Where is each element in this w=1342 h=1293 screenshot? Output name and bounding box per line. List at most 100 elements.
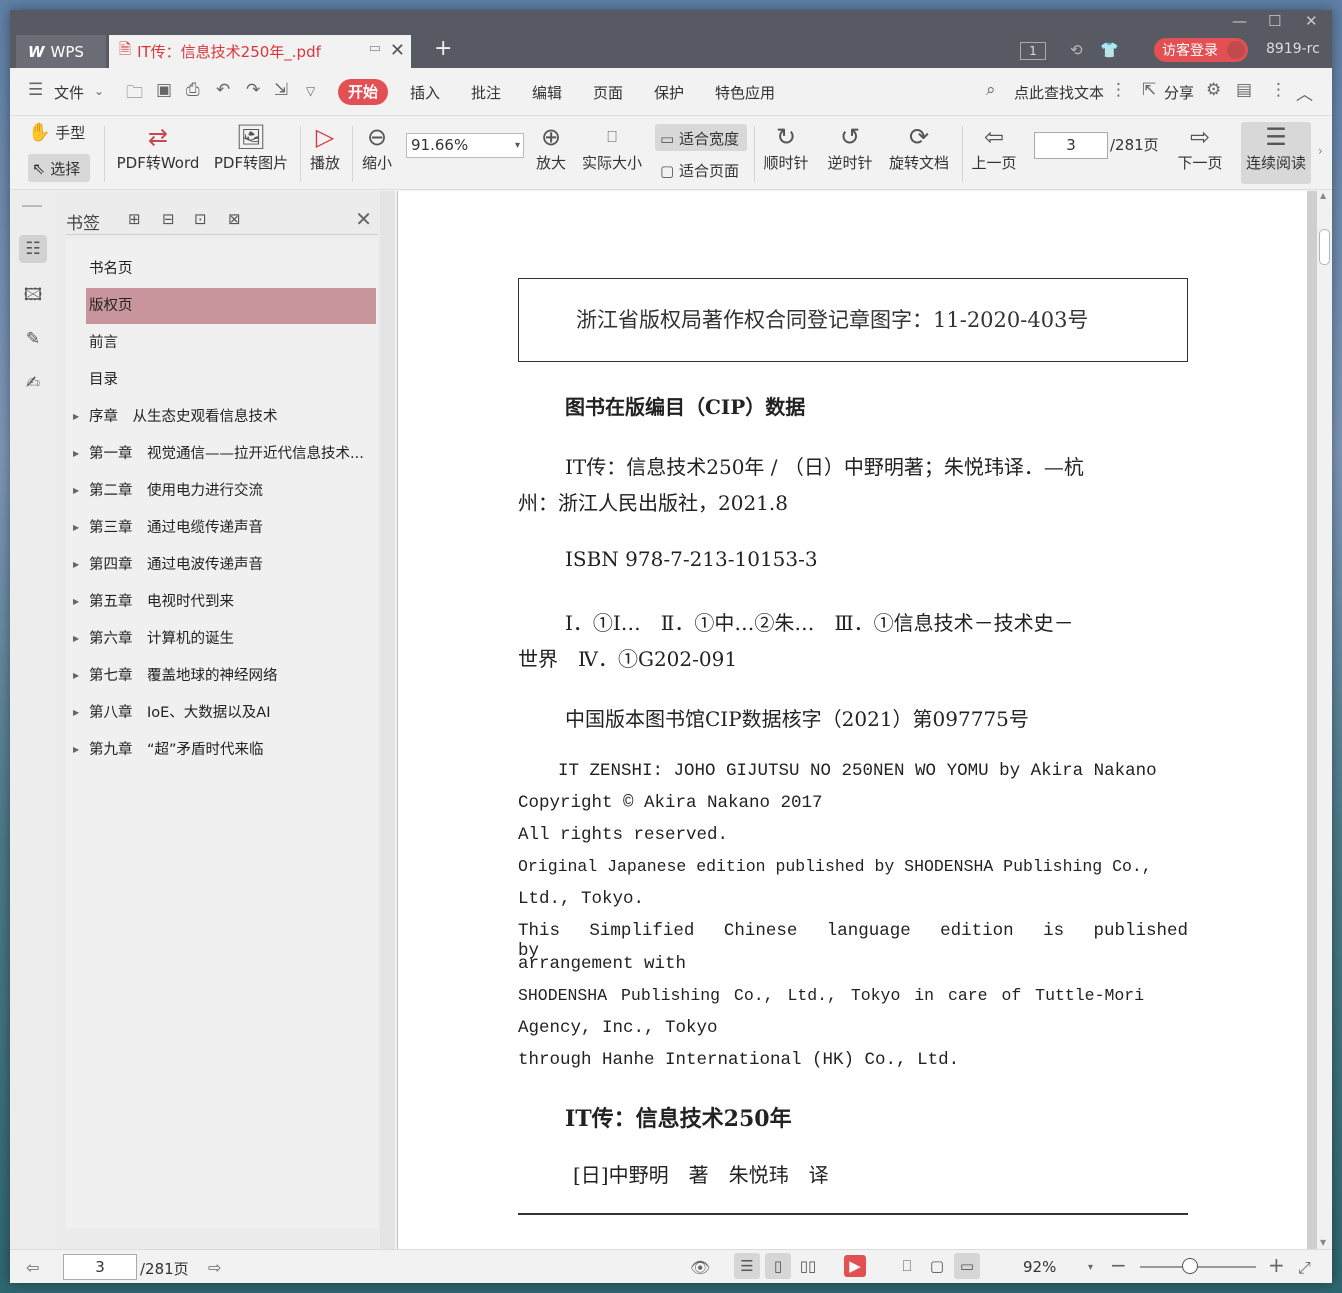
status-page-input[interactable]: 3 — [63, 1254, 137, 1280]
play-button[interactable]: ▷ 播放 — [306, 122, 344, 173]
pdf-to-image-button[interactable]: 🖼 PDF转图片 — [212, 122, 290, 173]
expand-all-icon[interactable]: ⊞ — [128, 210, 141, 228]
scroll-down-icon[interactable]: ▼ — [1320, 1238, 1326, 1247]
skin-icon[interactable]: 👕 — [1100, 41, 1119, 59]
signature-panel-icon[interactable]: ✍ — [19, 369, 47, 397]
collapse-all-icon[interactable]: ⊟ — [162, 210, 175, 228]
fullscreen-icon[interactable]: ⤢ — [1298, 1258, 1311, 1278]
bookmark-item[interactable]: 第七章 覆盖地球的神经网络 — [86, 658, 376, 694]
search-icon[interactable]: ⌕ — [986, 80, 996, 100]
expand-arrow-icon[interactable]: ▶ — [73, 486, 79, 495]
save-icon[interactable]: ▣ — [156, 80, 172, 100]
fit-page-icon[interactable]: ▢ — [924, 1253, 950, 1279]
zoom-slider-handle[interactable] — [1182, 1258, 1198, 1274]
hamburger-menu-icon[interactable]: ☰ — [28, 80, 43, 100]
expand-arrow-icon[interactable]: ▶ — [73, 597, 79, 606]
scroll-up-icon[interactable]: ▲ — [1320, 191, 1326, 200]
tab-protect[interactable]: 保护 — [654, 82, 684, 103]
status-zoom-value[interactable]: 92% — [1023, 1258, 1056, 1276]
window-count-badge[interactable]: 1 — [1020, 42, 1046, 60]
minimize-icon[interactable]: — — [1232, 12, 1247, 30]
add-bookmark-icon[interactable]: ⊡ — [194, 210, 207, 228]
tab-edit[interactable]: 编辑 — [532, 82, 562, 103]
fit-width-icon[interactable]: ▭ — [954, 1253, 980, 1279]
sync-icon[interactable]: ⟲ — [1070, 41, 1083, 59]
zoom-out-button[interactable]: ⊖ 缩小 — [358, 122, 396, 173]
actual-size-button[interactable]: ⎕ 实际大小 — [580, 122, 644, 173]
share-button[interactable]: 分享 — [1164, 82, 1194, 103]
zoom-select[interactable]: 91.66% ▾ — [406, 133, 524, 158]
bookmark-options-icon[interactable]: ⊠ — [228, 210, 241, 228]
new-tab-icon[interactable]: + — [434, 36, 452, 61]
bookmark-item[interactable]: 前言 — [86, 325, 376, 361]
next-page-icon[interactable]: ⇨ — [208, 1258, 221, 1277]
settings-icon[interactable]: ⚙ — [1206, 80, 1221, 100]
bookmark-item[interactable]: 第八章 IoE、大数据以及AI — [86, 695, 376, 731]
search-text[interactable]: 点此查找文本 — [1014, 82, 1104, 103]
continuous-reading-button[interactable]: ☰ 连续阅读 — [1243, 122, 1309, 173]
scrollbar-thumb[interactable] — [1319, 229, 1330, 265]
sidebar-scrollbar[interactable] — [380, 191, 395, 1249]
bookmark-item[interactable]: 第三章 通过电缆传递声音 — [86, 510, 376, 546]
document-tab[interactable]: 🗎 IT传：信息技术250年_.pdf ▭ ✕ — [109, 35, 411, 68]
expand-arrow-icon[interactable]: ▶ — [73, 412, 79, 421]
bookmark-item[interactable]: 第五章 电视时代到来 — [86, 584, 376, 620]
zoom-slider-track[interactable] — [1140, 1266, 1256, 1268]
prev-page-icon[interactable]: ⇦ — [26, 1258, 39, 1277]
zoom-out-icon[interactable]: − — [1110, 1253, 1127, 1277]
select-tool-button[interactable]: ⇖ 选择 — [32, 158, 90, 179]
continuous-view-icon[interactable]: ☰ — [734, 1253, 760, 1279]
previous-page-button[interactable]: ⇦ 上一页 — [968, 122, 1020, 173]
tab-page[interactable]: 页面 — [593, 82, 623, 103]
bookmark-item[interactable]: 序章 从生态史观看信息技术 — [86, 399, 376, 435]
page-number-input[interactable]: 3 — [1034, 132, 1108, 159]
pdf-to-word-button[interactable]: ⇄ PDF转Word — [112, 122, 204, 173]
wps-home-tab[interactable]: W WPS — [16, 35, 106, 68]
expand-arrow-icon[interactable]: ▶ — [73, 671, 79, 680]
file-menu[interactable]: 文件 — [54, 82, 84, 103]
expand-arrow-icon[interactable]: ▶ — [73, 560, 79, 569]
bookmark-panel-icon[interactable]: ☷ — [19, 235, 47, 263]
hand-tool-button[interactable]: ✋ 手型 — [28, 122, 90, 143]
next-page-button[interactable]: ⇨ 下一页 — [1174, 122, 1226, 173]
close-sidebar-icon[interactable]: ✕ — [355, 207, 372, 231]
visitor-login-button[interactable]: 访客登录 — [1154, 38, 1248, 62]
print-icon[interactable]: ⎙ — [186, 80, 200, 100]
two-page-view-icon[interactable]: ▯▯ — [795, 1253, 821, 1279]
tab-annotate[interactable]: 批注 — [471, 82, 501, 103]
expand-arrow-icon[interactable]: ▶ — [73, 745, 79, 754]
tab-float-icon[interactable]: ▭ — [369, 41, 381, 56]
export-icon[interactable]: ⇲ — [274, 80, 288, 100]
fit-width-button[interactable]: ▭ 适合宽度 — [660, 128, 746, 149]
zoom-in-icon[interactable]: + — [1268, 1253, 1285, 1277]
expand-arrow-icon[interactable]: ▶ — [73, 634, 79, 643]
eye-protection-icon[interactable]: 👁 — [690, 1258, 710, 1277]
expand-arrow-icon[interactable]: ▶ — [73, 449, 79, 458]
close-tab-icon[interactable]: ✕ — [390, 40, 405, 61]
play-icon[interactable]: ▶ — [844, 1255, 866, 1277]
bookmark-item[interactable]: 目录 — [86, 362, 376, 398]
open-folder-icon[interactable]: 🗀 — [126, 80, 143, 109]
tab-special[interactable]: 特色应用 — [715, 82, 775, 103]
bookmark-item[interactable]: 第九章 “超”矛盾时代来临 — [86, 732, 376, 768]
comment-icon[interactable]: ▤ — [1236, 80, 1252, 100]
tab-insert[interactable]: 插入 — [410, 82, 440, 103]
drag-handle[interactable] — [22, 205, 42, 207]
annotation-panel-icon[interactable]: ✎ — [19, 325, 47, 353]
collapse-ribbon-icon[interactable]: ︿ — [1296, 80, 1313, 105]
more-dropdown-icon[interactable]: ▽ — [306, 84, 315, 98]
bookmark-item[interactable]: 第一章 视觉通信——拉开近代信息技术... — [86, 436, 376, 472]
expand-arrow-icon[interactable]: ▶ — [73, 523, 79, 532]
actual-size-icon[interactable]: ⎕ — [894, 1253, 920, 1279]
expand-arrow-icon[interactable]: ▶ — [73, 708, 79, 717]
kebab-icon[interactable]: ⋮ — [1110, 80, 1127, 100]
close-window-icon[interactable]: ✕ — [1305, 12, 1318, 30]
bookmark-item[interactable]: 第四章 通过电波传递声音 — [86, 547, 376, 583]
ribbon-scroll-right-icon[interactable]: › — [1318, 144, 1323, 158]
zoom-in-button[interactable]: ⊕ 放大 — [532, 122, 570, 173]
bookmark-item[interactable]: 第六章 计算机的诞生 — [86, 621, 376, 657]
more-icon[interactable]: ⋮ — [1270, 80, 1287, 100]
document-scrollbar[interactable]: ▲ ▼ — [1317, 191, 1332, 1249]
chevron-down-icon[interactable]: ⌄ — [94, 84, 104, 98]
rotate-document-button[interactable]: ⟳ 旋转文档 — [886, 122, 952, 173]
